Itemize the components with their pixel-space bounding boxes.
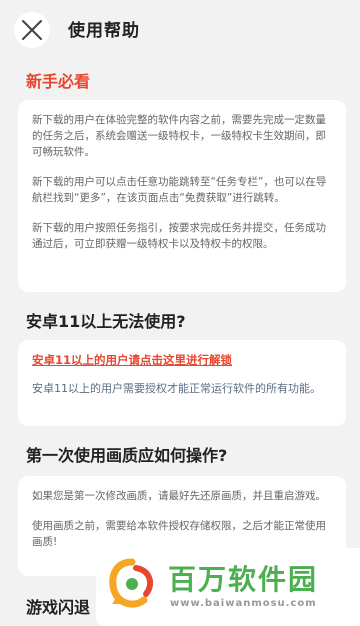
close-icon bbox=[22, 20, 42, 40]
watermark-overlay: 百万软件园 www.baiwanmosu.com bbox=[96, 548, 360, 626]
baiwan-logo-icon bbox=[109, 558, 154, 608]
quality-paragraph-2: 使用画质之前，需要给本软件授权存储权限，之后才能正常使用画质! bbox=[32, 520, 326, 548]
section-title-crash: 游戏闪退 bbox=[26, 598, 91, 617]
watermark-url: www.baiwanmosu.com bbox=[170, 598, 317, 609]
watermark-brand-name: 百万软件园 bbox=[168, 563, 319, 596]
page-title: 使用帮助 bbox=[68, 21, 140, 41]
top-bar: 使用帮助 bbox=[0, 0, 360, 56]
section-title-quality: 第一次使用画质应如何操作? bbox=[26, 446, 228, 465]
newbie-card: 新下载的用户在体验完整的软件内容之前，需要先完成一定数量的任务之后，系统会赠送一… bbox=[18, 100, 346, 292]
section-title-android11: 安卓11以上无法使用? bbox=[26, 312, 186, 331]
quality-paragraph-1: 如果您是第一次修改画质，请最好先还原画质，并且重启游戏。 bbox=[32, 490, 326, 502]
newbie-paragraph-3: 新下载的用户按照任务指引，按要求完成任务并提交，任务成功通过后，可立即获赠一级特… bbox=[32, 222, 326, 250]
newbie-paragraph-2: 新下载的用户可以点击任意功能跳转至“任务专栏”，也可以在导航栏找到“更多”，在该… bbox=[32, 176, 327, 204]
section-title-newbie: 新手必看 bbox=[26, 72, 91, 91]
newbie-paragraph-1: 新下载的用户在体验完整的软件内容之前，需要先完成一定数量的任务之后，系统会赠送一… bbox=[32, 114, 326, 158]
close-button[interactable] bbox=[14, 12, 50, 48]
android11-card: 安卓11以上的用户请点击这里进行解锁 安卓11以上的用户需要授权才能正常运行软件… bbox=[18, 340, 346, 426]
android11-unlock-link[interactable]: 安卓11以上的用户请点击这里进行解锁 bbox=[32, 352, 332, 368]
android11-note: 安卓11以上的用户需要授权才能正常运行软件的所有功能。 bbox=[32, 382, 321, 395]
